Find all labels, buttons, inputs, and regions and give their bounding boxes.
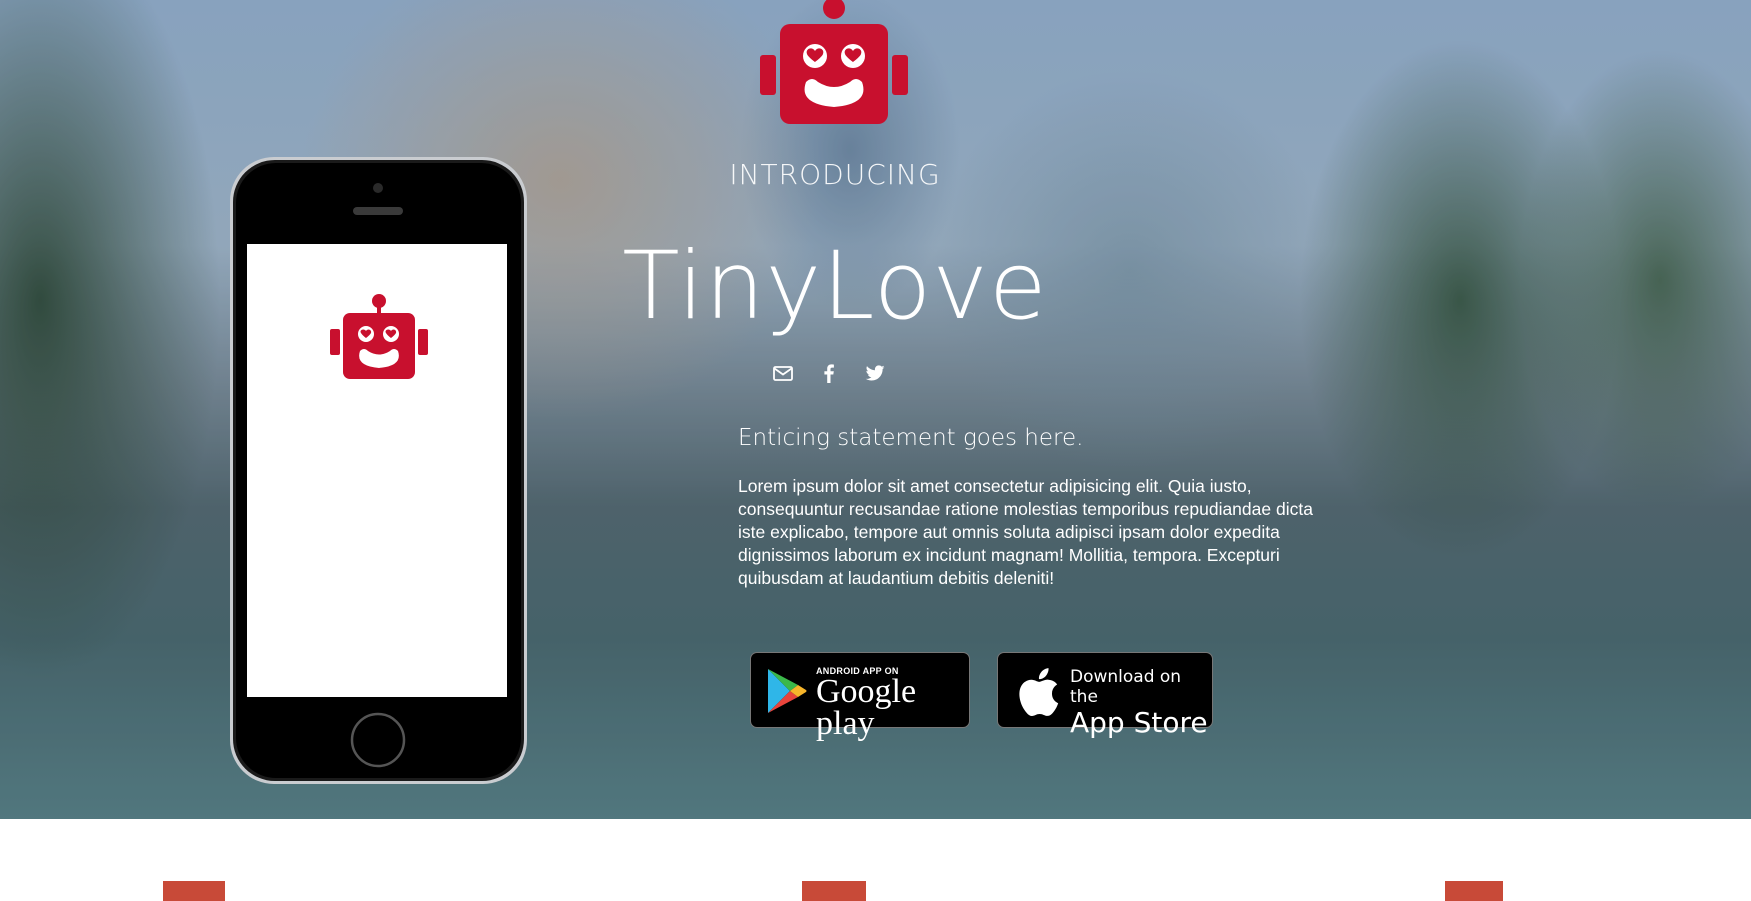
hero-description: Lorem ipsum dolor sit amet consectetur a… [738, 476, 1313, 588]
twitter-link[interactable] [864, 362, 886, 384]
facebook-link[interactable] [818, 362, 840, 384]
email-link[interactable] [772, 362, 794, 384]
phone-mockup [230, 157, 527, 784]
features-section [0, 819, 1751, 901]
facebook-icon [824, 364, 834, 383]
feature-icon-2 [802, 881, 866, 901]
feature-icon-1 [163, 881, 225, 901]
app-store-small-label: Download on the [1070, 667, 1182, 707]
tagline: Enticing statement goes here. [738, 425, 1084, 451]
google-play-label: Google play [816, 673, 917, 742]
google-play-button[interactable]: ANDROID APP ON Google play [750, 652, 970, 741]
app-store-label: App Store [1070, 706, 1208, 739]
app-store-button[interactable]: Download on the App Store [997, 652, 1213, 739]
email-icon [773, 366, 793, 381]
google-play-icon [768, 669, 807, 713]
apple-icon [1019, 668, 1059, 717]
hero-section: INTRODUCING TinyLove Enticing statement [0, 0, 1751, 819]
robot-logo-icon [760, 0, 908, 124]
social-links [772, 362, 886, 384]
feature-icon-3 [1445, 881, 1503, 901]
twitter-icon [865, 365, 885, 381]
